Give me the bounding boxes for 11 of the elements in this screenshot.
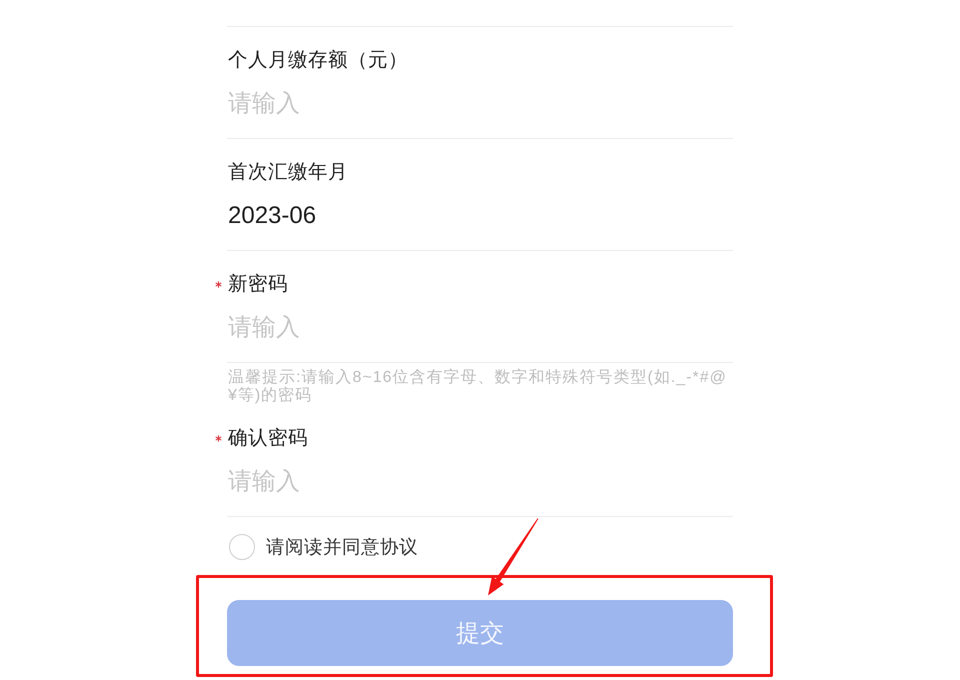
agreement-label: 请阅读并同意协议	[266, 535, 418, 559]
password-hint: 温馨提示:请输入8~16位含有字母、数字和特殊符号类型(如._-*#@¥等)的密码	[227, 369, 728, 405]
input-field[interactable]: 请输入	[228, 467, 733, 497]
field-label: 新密码	[228, 272, 288, 297]
field-label: 确认密码	[228, 426, 308, 451]
field-label: 首次汇缴年月	[228, 160, 348, 185]
input-field[interactable]: 请输入	[228, 89, 733, 119]
field-label: 个人月缴存额（元）	[228, 48, 408, 73]
input-field[interactable]: 2023-06	[228, 201, 733, 231]
agreement-radio[interactable]	[229, 534, 255, 560]
input-field[interactable]: 请输入	[228, 313, 733, 343]
